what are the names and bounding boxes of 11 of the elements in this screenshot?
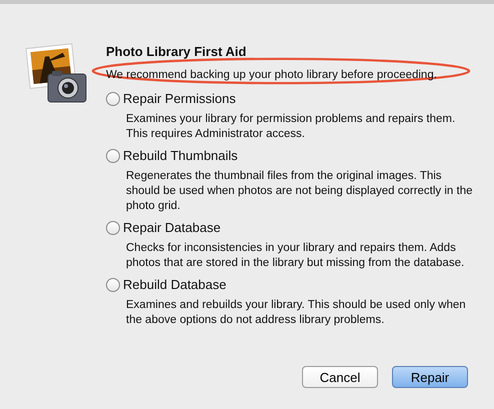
repair-button[interactable]: Repair <box>392 366 468 388</box>
radio-option[interactable]: Rebuild Thumbnails <box>106 148 478 163</box>
cancel-button[interactable]: Cancel <box>302 366 378 388</box>
option-description: Examines your library for permission problems and repairs them. This requires Administrator access. <box>126 112 456 142</box>
option-description: Regenerates the thumbnail files from the original images. This should be used when photos are not being displayed correctly in the photo grid. <box>126 169 474 214</box>
dialog-title: Photo Library First Aid <box>106 44 248 59</box>
radio-option[interactable]: Repair Permissions <box>106 91 478 106</box>
radio-option[interactable]: Repair Database <box>106 220 478 235</box>
option-description: Examines and rebuilds your library. This should be used only when the above options do not address library problems. <box>126 298 467 328</box>
radio-option[interactable]: Rebuild Database <box>106 277 478 292</box>
option-description: Checks for inconsistencies in your library and repairs them. Adds photos that are stored in the library but missing from the database. <box>126 241 466 271</box>
